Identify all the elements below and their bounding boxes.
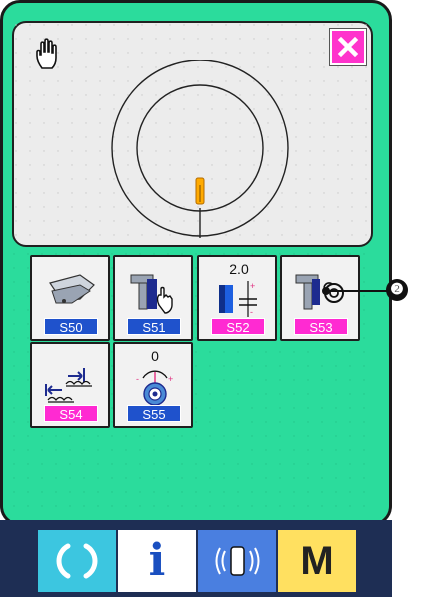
s51-code-label: S51 [127,318,181,335]
svg-text:-: - [136,374,139,384]
svg-text:-: - [250,307,253,317]
hand-icon [34,38,62,70]
communication-key[interactable] [198,530,276,592]
s50-button[interactable]: S50 [30,255,110,341]
s52-value: 2.0 [229,261,249,277]
s51-button[interactable]: S51 [113,255,193,341]
s50-code-label: S50 [44,318,98,335]
callout-number: ❷ [386,279,408,301]
svg-text:+: + [250,281,255,291]
s55-code-label: S55 [127,405,181,422]
s54-button[interactable]: S54 [30,342,110,428]
mode-icon: M [300,539,334,583]
mode-key[interactable]: M [278,530,356,592]
info-key[interactable]: i [118,530,196,592]
stitch-circle-diagram [111,60,289,238]
s53-button[interactable]: S53 [280,255,360,341]
presser-foot-icon [49,274,95,304]
s52-code-label: S52 [211,318,265,335]
thread-hand-icon [130,274,173,314]
callout-line [326,290,388,292]
ready-key[interactable] [38,530,116,592]
info-icon: i [148,535,166,586]
s52-button[interactable]: 2.0 + - S52 [197,255,277,341]
close-x-icon [337,36,359,58]
s55-value: 0 [151,348,159,364]
stitch-shift-icon [45,368,92,403]
svg-text:+: + [168,374,173,384]
ready-cycle-icon [56,543,98,579]
s53-code-label: S53 [294,318,348,335]
s54-code-label: S54 [44,405,98,422]
close-button[interactable] [329,28,367,66]
s55-button[interactable]: 0 - + S55 [113,342,193,428]
communication-icon [215,546,260,576]
